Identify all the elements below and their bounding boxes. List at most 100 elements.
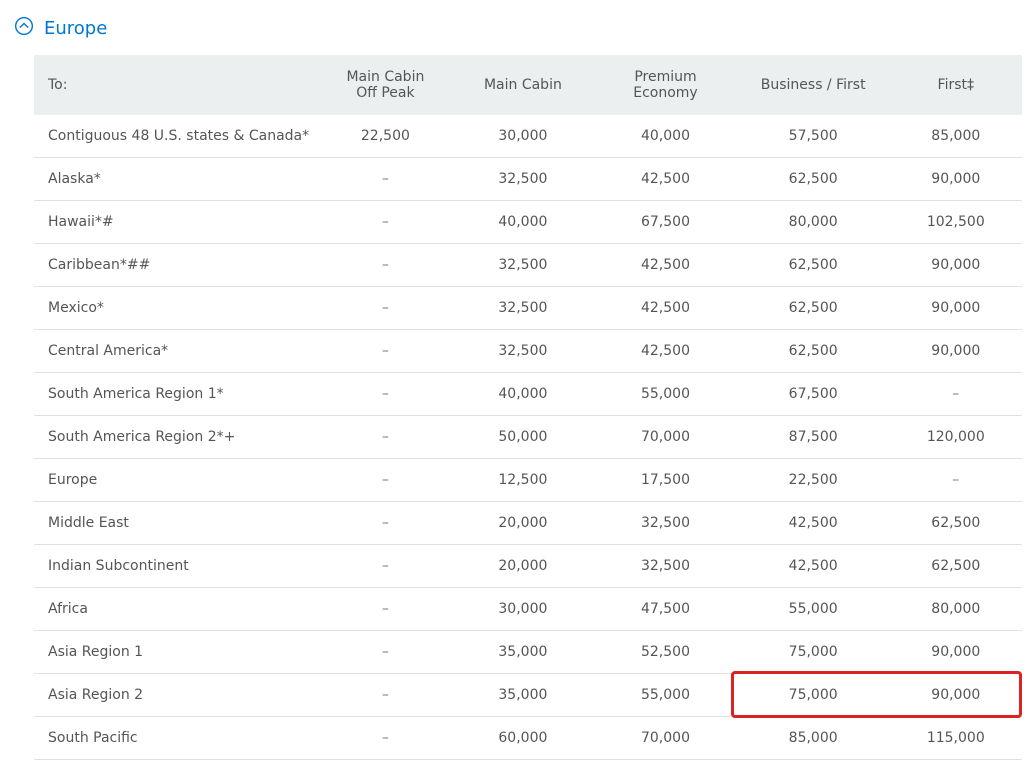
cell-business: 85,000: [737, 717, 890, 760]
cell-destination: Middle East: [34, 502, 319, 545]
table-row: Central America*–32,50042,50062,50090,00…: [34, 330, 1022, 373]
cell-business: 57,500: [737, 115, 890, 158]
cell-destination: Europe: [34, 459, 319, 502]
col-header-business: Business / First: [737, 55, 890, 115]
cell-main: 50,000: [452, 416, 595, 459]
cell-offpeak: –: [319, 459, 451, 502]
cell-destination: Hawaii*#: [34, 201, 319, 244]
cell-offpeak: –: [319, 717, 451, 760]
cell-main: 40,000: [452, 373, 595, 416]
cell-premium: 42,500: [594, 158, 737, 201]
cell-first: 120,000: [890, 416, 1022, 459]
cell-first: 80,000: [890, 588, 1022, 631]
section-title: Europe: [44, 18, 107, 39]
cell-business: 67,500: [737, 373, 890, 416]
cell-premium: 42,500: [594, 330, 737, 373]
table-row: Middle East–20,00032,50042,50062,500: [34, 502, 1022, 545]
cell-offpeak: 22,500: [319, 115, 451, 158]
cell-main: 20,000: [452, 502, 595, 545]
table-row: Asia Region 1–35,00052,50075,00090,000: [34, 631, 1022, 674]
cell-first: 62,500: [890, 502, 1022, 545]
cell-offpeak: –: [319, 545, 451, 588]
cell-premium: 42,500: [594, 244, 737, 287]
cell-premium: 47,500: [594, 588, 737, 631]
cell-business: 42,500: [737, 502, 890, 545]
table-row: South America Region 2*+–50,00070,00087,…: [34, 416, 1022, 459]
col-header-first: First‡: [890, 55, 1022, 115]
table-row: South Pacific–60,00070,00085,000115,000: [34, 717, 1022, 760]
col-header-to: To:: [34, 55, 319, 115]
cell-business: 62,500: [737, 158, 890, 201]
cell-first: 102,500: [890, 201, 1022, 244]
cell-business: 75,000: [737, 674, 890, 717]
cell-offpeak: –: [319, 588, 451, 631]
table-row: Caribbean*##–32,50042,50062,50090,000: [34, 244, 1022, 287]
cell-first: 62,500: [890, 545, 1022, 588]
cell-destination: Contiguous 48 U.S. states & Canada*: [34, 115, 319, 158]
cell-premium: 32,500: [594, 502, 737, 545]
cell-destination: South America Region 2*+: [34, 416, 319, 459]
cell-main: 12,500: [452, 459, 595, 502]
cell-offpeak: –: [319, 373, 451, 416]
cell-main: 32,500: [452, 244, 595, 287]
table-row: Europe–12,50017,50022,500–: [34, 459, 1022, 502]
cell-offpeak: –: [319, 416, 451, 459]
cell-destination: Central America*: [34, 330, 319, 373]
cell-premium: 32,500: [594, 545, 737, 588]
cell-business: 62,500: [737, 287, 890, 330]
cell-business: 62,500: [737, 244, 890, 287]
col-header-offpeak: Main CabinOff Peak: [319, 55, 451, 115]
cell-first: 90,000: [890, 330, 1022, 373]
table-row: Hawaii*#–40,00067,50080,000102,500: [34, 201, 1022, 244]
cell-business: 22,500: [737, 459, 890, 502]
cell-main: 35,000: [452, 674, 595, 717]
cell-offpeak: –: [319, 330, 451, 373]
cell-main: 32,500: [452, 287, 595, 330]
cell-offpeak: –: [319, 158, 451, 201]
cell-offpeak: –: [319, 631, 451, 674]
cell-destination: South America Region 1*: [34, 373, 319, 416]
cell-premium: 70,000: [594, 416, 737, 459]
cell-destination: Indian Subcontinent: [34, 545, 319, 588]
cell-business: 80,000: [737, 201, 890, 244]
cell-offpeak: –: [319, 244, 451, 287]
section-toggle-europe[interactable]: Europe: [14, 16, 1022, 41]
cell-destination: Alaska*: [34, 158, 319, 201]
cell-destination: Mexico*: [34, 287, 319, 330]
cell-destination: Asia Region 1: [34, 631, 319, 674]
award-chart-table: To: Main CabinOff Peak Main Cabin Premiu…: [34, 55, 1022, 760]
cell-premium: 55,000: [594, 674, 737, 717]
cell-first: –: [890, 459, 1022, 502]
cell-first: 90,000: [890, 674, 1022, 717]
table-row: Contiguous 48 U.S. states & Canada*22,50…: [34, 115, 1022, 158]
cell-premium: 40,000: [594, 115, 737, 158]
cell-main: 40,000: [452, 201, 595, 244]
cell-main: 30,000: [452, 588, 595, 631]
cell-premium: 67,500: [594, 201, 737, 244]
cell-main: 60,000: [452, 717, 595, 760]
cell-destination: Asia Region 2: [34, 674, 319, 717]
table-row: Alaska*–32,50042,50062,50090,000: [34, 158, 1022, 201]
cell-offpeak: –: [319, 674, 451, 717]
cell-first: 90,000: [890, 158, 1022, 201]
cell-premium: 55,000: [594, 373, 737, 416]
cell-premium: 70,000: [594, 717, 737, 760]
cell-business: 87,500: [737, 416, 890, 459]
cell-main: 35,000: [452, 631, 595, 674]
cell-destination: Caribbean*##: [34, 244, 319, 287]
cell-first: 85,000: [890, 115, 1022, 158]
table-row: Asia Region 2–35,00055,00075,00090,000: [34, 674, 1022, 717]
col-header-main: Main Cabin: [452, 55, 595, 115]
cell-first: 90,000: [890, 287, 1022, 330]
cell-offpeak: –: [319, 201, 451, 244]
cell-business: 42,500: [737, 545, 890, 588]
cell-first: 115,000: [890, 717, 1022, 760]
cell-first: 90,000: [890, 631, 1022, 674]
cell-premium: 52,500: [594, 631, 737, 674]
cell-premium: 17,500: [594, 459, 737, 502]
table-row: Mexico*–32,50042,50062,50090,000: [34, 287, 1022, 330]
table-row: South America Region 1*–40,00055,00067,5…: [34, 373, 1022, 416]
cell-main: 32,500: [452, 158, 595, 201]
cell-business: 55,000: [737, 588, 890, 631]
cell-offpeak: –: [319, 502, 451, 545]
